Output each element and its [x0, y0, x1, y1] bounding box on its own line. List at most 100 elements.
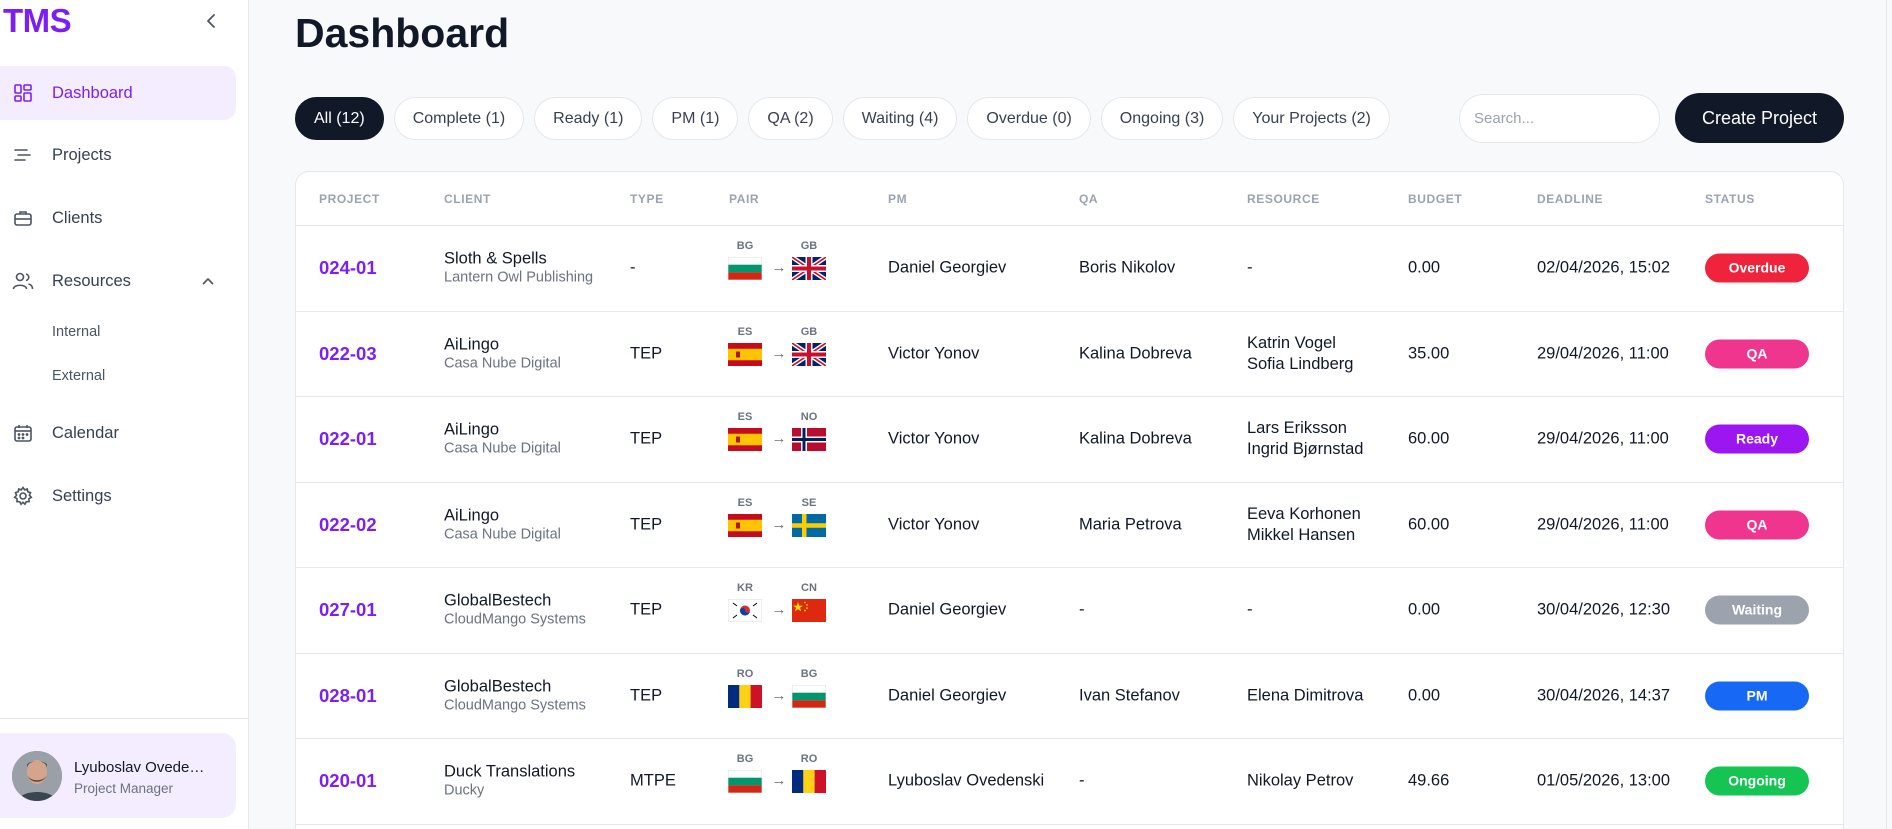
column-header-pm[interactable]: PM: [888, 192, 907, 206]
project-type: -: [630, 258, 636, 277]
sidebar-item-dashboard[interactable]: Dashboard: [0, 66, 236, 120]
sidebar-subitem-internal[interactable]: Internal: [52, 324, 100, 340]
status-cell: Overdue: [1705, 253, 1809, 283]
project-id-link[interactable]: 028-01: [319, 685, 377, 707]
sidebar-subitem-external[interactable]: External: [52, 368, 105, 384]
sidebar-item-label: Clients: [52, 208, 103, 227]
column-header-budget[interactable]: BUDGET: [1408, 192, 1462, 206]
source-language-code: RO: [736, 667, 754, 680]
arrow-right-icon: →: [771, 601, 787, 619]
column-header-pair[interactable]: PAIR: [729, 192, 759, 206]
table-row[interactable]: 024-01 Sloth & Spells Lantern Owl Publishi…: [296, 226, 1843, 312]
column-header-client[interactable]: CLIENT: [444, 192, 491, 206]
filter-pm[interactable]: PM (1): [652, 97, 739, 140]
create-project-button[interactable]: Create Project: [1675, 93, 1844, 143]
sidebar-item-settings[interactable]: Settings: [0, 469, 236, 523]
table-row[interactable]: 020-01 Duck Translations Ducky MTPE BG RO → Lyu…: [296, 739, 1843, 825]
pm-name: Victor Yonov: [888, 429, 980, 448]
client-cell: Duck Translations Ducky: [444, 763, 575, 800]
sidebar-item-projects[interactable]: Projects: [0, 128, 236, 182]
sidebar-item-resources[interactable]: Resources: [0, 254, 236, 308]
sidebar-item-clients[interactable]: Clients: [0, 191, 236, 245]
client-name: GlobalBestech: [444, 677, 552, 696]
sidebar-item-label: Dashboard: [52, 83, 133, 102]
source-language-code: BG: [736, 753, 754, 766]
project-type: TEP: [630, 515, 663, 534]
client-name: AiLingo: [444, 335, 500, 354]
sidebar-item-calendar[interactable]: Calendar: [0, 406, 236, 460]
budget-value: 60.00: [1408, 429, 1450, 448]
project-id-link[interactable]: 022-02: [319, 514, 377, 536]
language-pair: ES GB →: [728, 326, 838, 382]
filter-ready[interactable]: Ready (1): [534, 97, 643, 140]
project-id-link[interactable]: 022-01: [319, 428, 377, 450]
arrow-right-icon: →: [771, 686, 787, 704]
status-filter-tabs: All (12) Complete (1) Ready (1) PM (1) Q…: [295, 97, 1390, 140]
filter-qa[interactable]: QA (2): [748, 97, 833, 140]
arrow-right-icon: →: [771, 515, 787, 533]
target-flag-icon: [792, 599, 826, 623]
column-header-project[interactable]: PROJECT: [319, 192, 380, 206]
filter-complete[interactable]: Complete (1): [393, 97, 525, 140]
filter-all[interactable]: All (12): [295, 97, 384, 140]
project-type: TEP: [630, 429, 663, 448]
source-language-code: ES: [737, 411, 753, 424]
resource-names: Elena Dimitrova: [1247, 686, 1364, 705]
status-badge: Overdue: [1705, 253, 1809, 283]
column-header-status[interactable]: STATUS: [1705, 192, 1755, 206]
budget-value: 60.00: [1408, 515, 1450, 534]
table-row[interactable]: 022-01 AiLingo Casa Nube Digital TEP ES NO → Vi…: [296, 397, 1843, 483]
source-flag-icon: [728, 599, 762, 623]
client-name: GlobalBestech: [444, 591, 552, 610]
search-input[interactable]: [1459, 94, 1660, 143]
source-flag-icon: [728, 770, 762, 794]
status-cell: Ready: [1705, 424, 1809, 454]
table-row[interactable]: 022-03 AiLingo Casa Nube Digital TEP ES GB → Vi…: [296, 312, 1843, 397]
table-row[interactable]: 027-01 GlobalBestech CloudMango Systems TEP…: [296, 568, 1843, 654]
source-flag-icon: [728, 342, 762, 366]
project-id-link[interactable]: 027-01: [319, 599, 377, 621]
client-company: CloudMango Systems: [444, 611, 586, 628]
page-title: Dashboard: [295, 10, 510, 56]
scrollbar-track[interactable]: [1886, 0, 1887, 829]
project-id-link[interactable]: 022-03: [319, 343, 377, 365]
user-profile-card[interactable]: Lyuboslav Ovede… Project Manager: [0, 733, 236, 818]
column-header-type[interactable]: TYPE: [630, 192, 664, 206]
client-cell: GlobalBestech CloudMango Systems: [444, 592, 586, 629]
arrow-right-icon: →: [771, 344, 787, 362]
table-body: 024-01 Sloth & Spells Lantern Owl Publishi…: [296, 226, 1843, 825]
qa-name: Kalina Dobreva: [1079, 429, 1192, 448]
language-pair: KR CN →: [728, 582, 838, 638]
project-type: MTPE: [630, 771, 676, 790]
resource-names: Nikolay Petrov: [1247, 771, 1354, 790]
table-row[interactable]: 028-01 GlobalBestech CloudMango Systems TEP…: [296, 654, 1843, 739]
app-logo[interactable]: TMS: [3, 2, 72, 40]
target-language-code: SE: [801, 496, 817, 509]
client-company: CloudMango Systems: [444, 697, 586, 714]
sidebar-item-label: Settings: [52, 486, 112, 505]
client-cell: AiLingo Casa Nube Digital: [444, 506, 561, 543]
collapse-sidebar-button[interactable]: [203, 9, 219, 33]
filter-overdue[interactable]: Overdue (0): [967, 97, 1091, 140]
user-name: Lyuboslav Ovede…: [74, 759, 205, 776]
pm-name: Lyuboslav Ovedenski: [888, 771, 1045, 790]
project-id-link[interactable]: 024-01: [319, 257, 377, 279]
pm-name: Victor Yonov: [888, 344, 980, 363]
status-badge: Ready: [1705, 424, 1809, 454]
target-language-code: GB: [800, 325, 818, 338]
qa-name: Ivan Stefanov: [1079, 686, 1180, 705]
column-header-deadline[interactable]: DEADLINE: [1537, 192, 1603, 206]
chevron-up-icon[interactable]: [200, 273, 216, 289]
filter-ongoing[interactable]: Ongoing (3): [1100, 97, 1224, 140]
target-language-code: BG: [800, 667, 818, 680]
column-header-resource[interactable]: RESOURCE: [1247, 192, 1320, 206]
language-pair: BG RO →: [728, 753, 838, 809]
resource-names: Lars Eriksson Ingrid Bjørnstad: [1247, 419, 1364, 459]
table-row[interactable]: 022-02 AiLingo Casa Nube Digital TEP ES SE → Vi…: [296, 483, 1843, 568]
filter-waiting[interactable]: Waiting (4): [842, 97, 958, 140]
column-header-qa[interactable]: QA: [1079, 192, 1098, 206]
project-id-link[interactable]: 020-01: [319, 770, 377, 792]
filter-your-projects[interactable]: Your Projects (2): [1233, 97, 1390, 140]
status-cell: QA: [1705, 510, 1809, 540]
client-company: Lantern Owl Publishing: [444, 269, 594, 286]
